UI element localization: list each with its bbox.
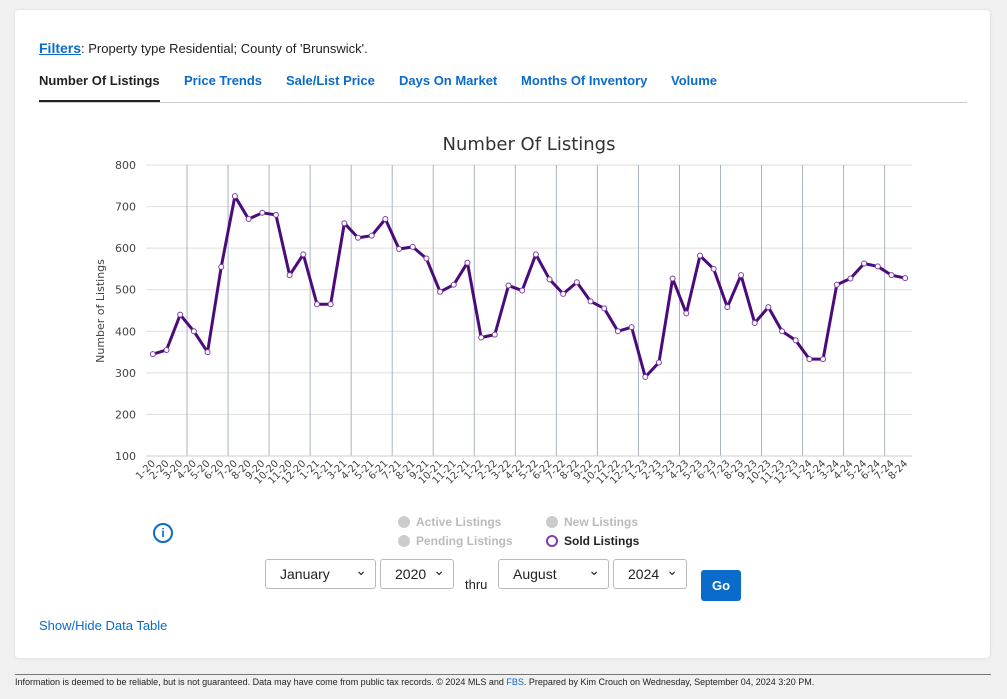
- data-point: [587, 298, 594, 305]
- data-point: [546, 276, 553, 283]
- data-point: [601, 305, 608, 312]
- data-point: [245, 216, 252, 223]
- legend-label: Sold Listings: [564, 534, 640, 548]
- data-point: [806, 356, 813, 363]
- data-point: [231, 193, 238, 200]
- data-point: [396, 245, 403, 252]
- data-point: [724, 304, 731, 311]
- data-point: [218, 263, 225, 270]
- data-point: [450, 281, 457, 288]
- data-point: [710, 265, 717, 272]
- data-point: [519, 287, 526, 294]
- data-point: [614, 328, 621, 335]
- data-point: [779, 328, 786, 335]
- data-point: [286, 272, 293, 279]
- fbs-link[interactable]: FBS: [506, 677, 524, 687]
- show-hide-data-table-link[interactable]: Show/Hide Data Table: [39, 618, 167, 633]
- to-month-select[interactable]: August: [498, 556, 609, 589]
- series-line: [152, 194, 906, 379]
- data-point: [272, 211, 279, 218]
- data-point: [437, 288, 444, 295]
- y-axis-label: Number of Listings: [94, 259, 107, 363]
- data-point: [491, 331, 498, 338]
- listings-chart: Number Of Listings Number of Listings 10…: [94, 134, 912, 487]
- data-point: [573, 279, 580, 286]
- legend-pending-listings[interactable]: Pending Listings: [398, 534, 513, 548]
- data-point: [833, 281, 840, 288]
- y-tick-label: 400: [115, 325, 136, 338]
- from-year-select[interactable]: 2020: [380, 556, 454, 589]
- y-tick-label: 600: [115, 242, 136, 255]
- radio-icon: [546, 535, 558, 547]
- info-icon[interactable]: i: [153, 523, 173, 543]
- data-point: [560, 290, 567, 297]
- thru-label: thru: [465, 577, 488, 592]
- footer-text: Information is deemed to be reliable, bu…: [15, 677, 507, 687]
- data-point: [751, 319, 758, 326]
- y-tick-label: 300: [115, 367, 136, 380]
- y-tick-label: 200: [115, 408, 136, 421]
- data-point: [204, 349, 211, 356]
- data-point: [505, 282, 512, 289]
- data-point: [847, 275, 854, 282]
- y-tick-label: 700: [115, 201, 136, 214]
- legend-label: Pending Listings: [416, 534, 513, 548]
- data-point: [765, 304, 772, 311]
- data-point: [382, 216, 389, 223]
- data-point: [423, 255, 430, 262]
- legend-sold-listings[interactable]: Sold Listings: [546, 534, 639, 548]
- data-point: [368, 232, 375, 239]
- to-year-select[interactable]: 2024: [613, 556, 687, 589]
- data-point: [738, 272, 745, 279]
- legend-label: Active Listings: [416, 515, 502, 529]
- data-point: [532, 251, 539, 258]
- data-point: [902, 275, 909, 282]
- data-point: [478, 334, 485, 341]
- radio-icon: [398, 516, 410, 528]
- data-point: [874, 263, 881, 270]
- go-button[interactable]: Go: [701, 570, 741, 601]
- legend-active-listings[interactable]: Active Listings: [398, 515, 501, 529]
- data-point: [409, 243, 416, 250]
- data-point: [300, 251, 307, 258]
- data-point: [177, 311, 184, 318]
- data-point: [696, 252, 703, 259]
- legend-label: New Listings: [564, 515, 639, 529]
- data-point: [683, 310, 690, 317]
- legend-new-listings[interactable]: New Listings: [546, 515, 638, 529]
- footer-text-2: . Prepared by Kim Crouch on Wednesday, S…: [523, 677, 815, 687]
- footer: Information is deemed to be reliable, bu…: [15, 674, 991, 687]
- data-point: [190, 328, 197, 335]
- chart-title: Number Of Listings: [443, 134, 616, 155]
- data-point: [464, 259, 471, 266]
- y-tick-label: 100: [115, 450, 136, 463]
- data-point: [861, 260, 868, 267]
- data-point: [888, 272, 895, 279]
- radio-icon: [398, 535, 410, 547]
- data-point: [655, 359, 662, 366]
- y-tick-label: 500: [115, 284, 136, 297]
- data-point: [642, 374, 649, 381]
- data-point: [313, 301, 320, 308]
- data-point: [259, 209, 266, 216]
- radio-icon: [546, 516, 558, 528]
- from-month-select[interactable]: January: [265, 556, 376, 589]
- data-point: [628, 324, 635, 331]
- data-point: [355, 234, 362, 241]
- data-point: [820, 356, 827, 363]
- data-point: [327, 301, 334, 308]
- y-tick-label: 800: [115, 159, 136, 172]
- data-point: [341, 220, 348, 227]
- data-point: [792, 337, 799, 344]
- data-point: [669, 275, 676, 282]
- data-point: [163, 346, 170, 353]
- data-point: [149, 351, 156, 358]
